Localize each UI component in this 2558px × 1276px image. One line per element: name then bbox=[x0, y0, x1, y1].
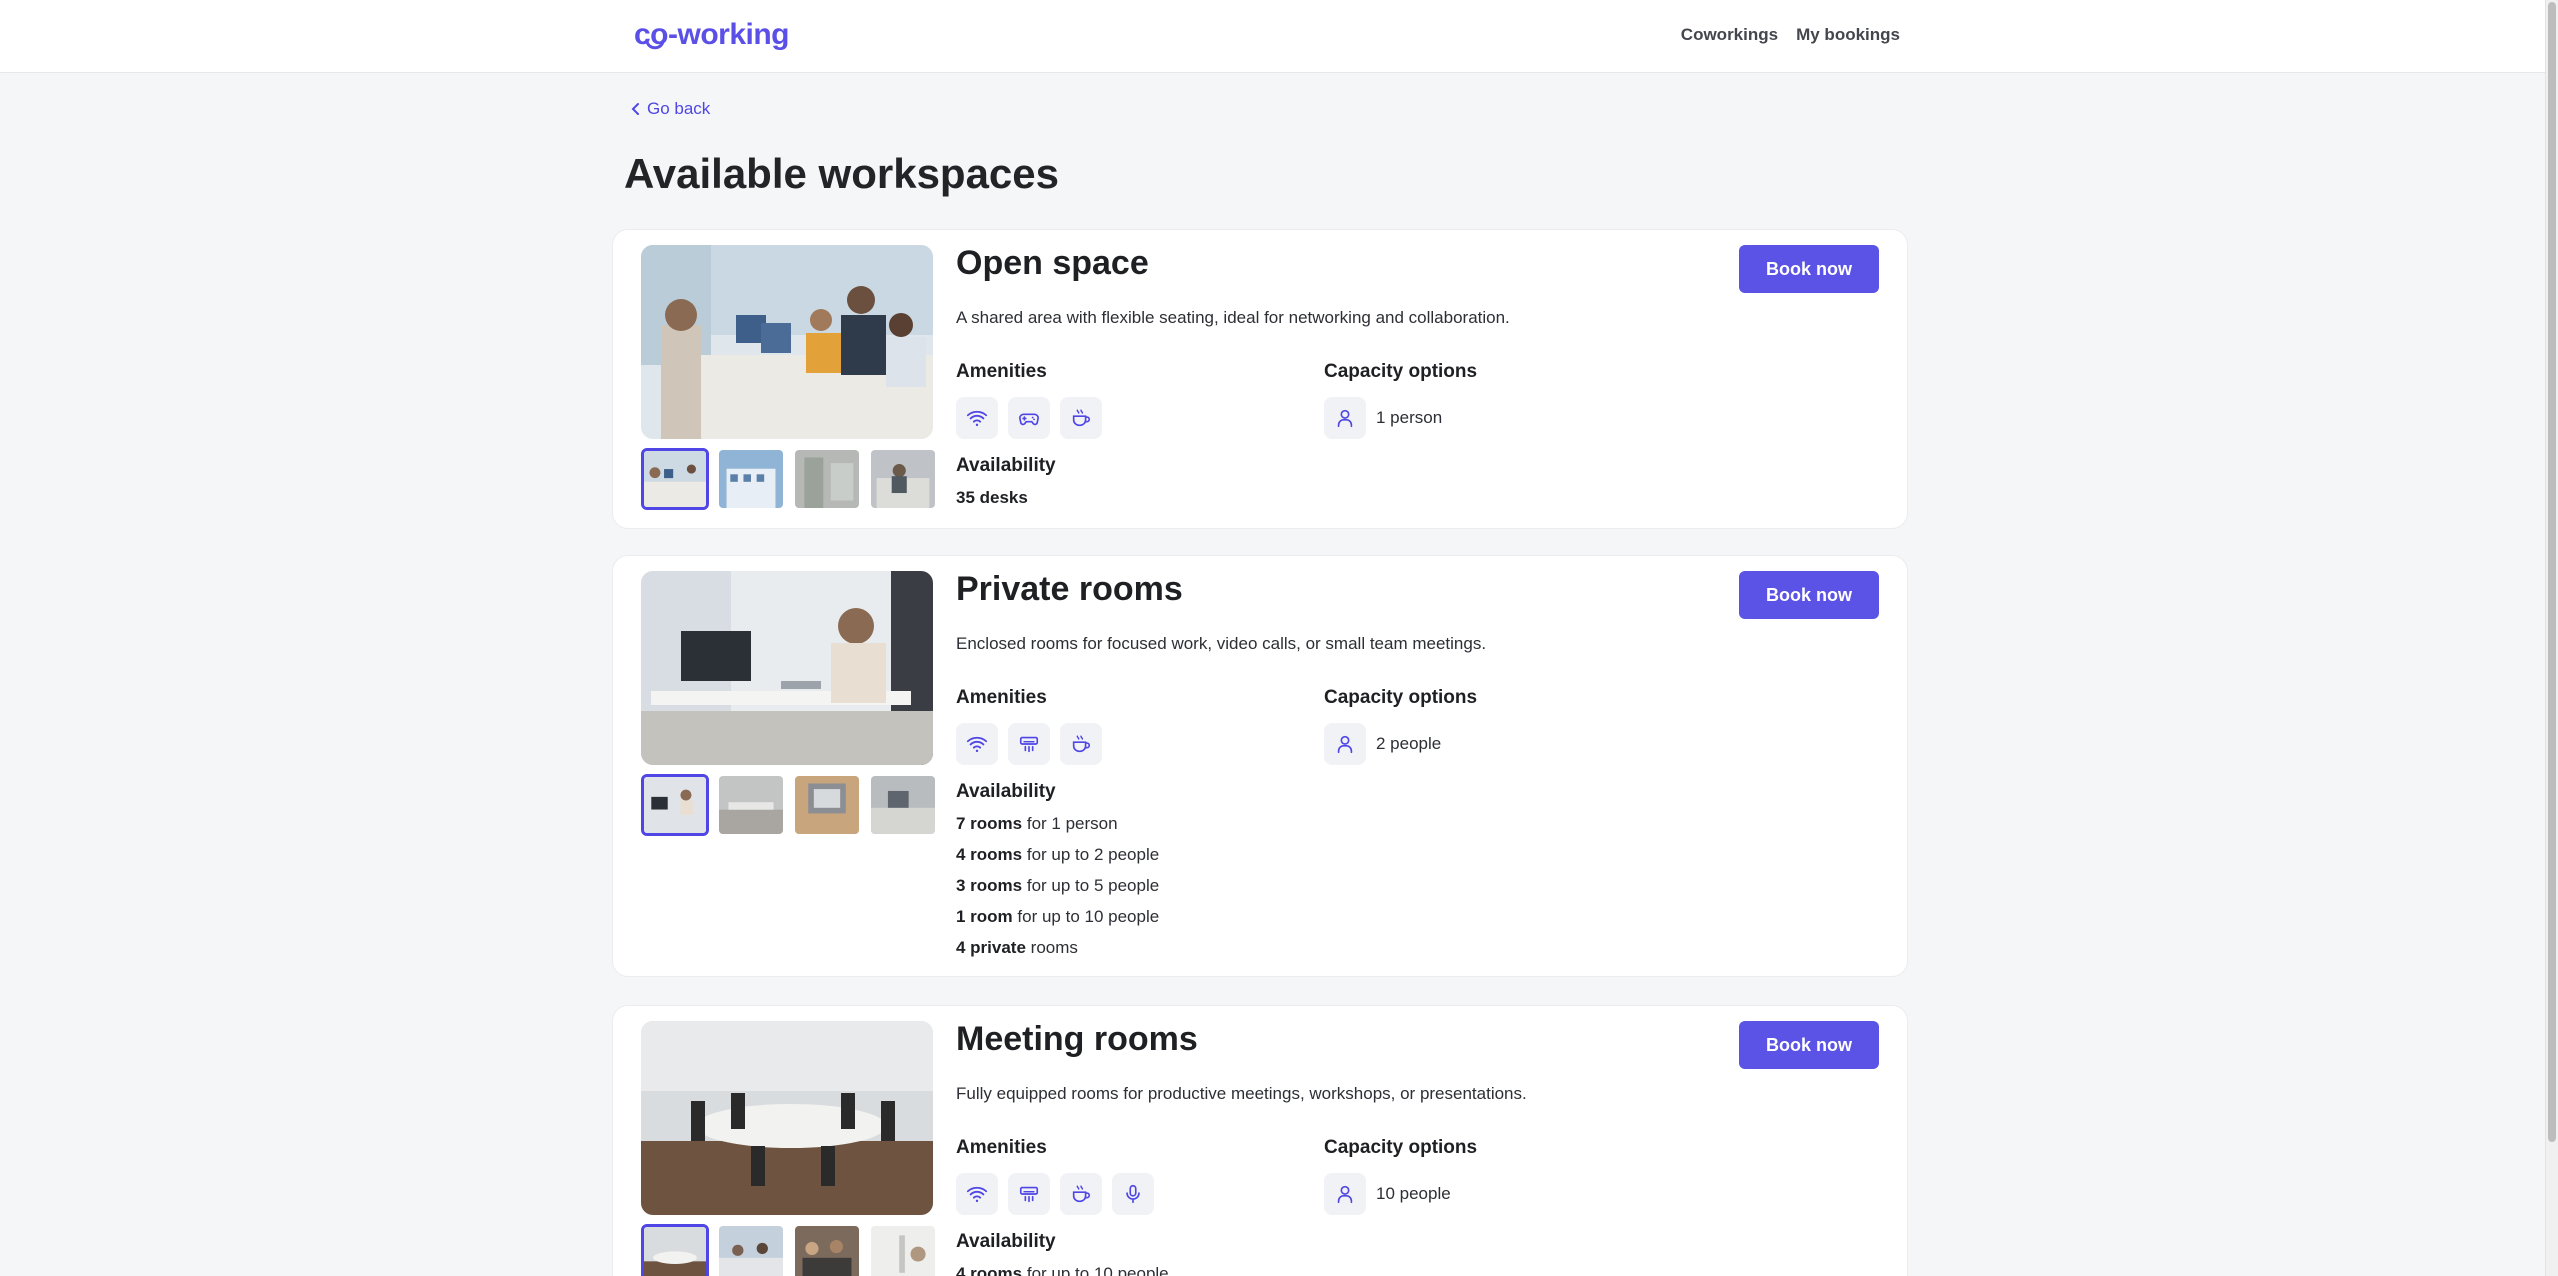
air-conditioner-icon bbox=[1008, 1173, 1050, 1215]
microphone-icon bbox=[1112, 1173, 1154, 1215]
availability-item: 3 rooms for up to 5 people bbox=[956, 876, 1160, 895]
thumbnail[interactable] bbox=[793, 774, 861, 836]
thumbnail-strip bbox=[641, 448, 937, 510]
workspace-title: Open space bbox=[956, 244, 1149, 282]
thumbnail[interactable] bbox=[793, 1224, 861, 1276]
thumbnail[interactable] bbox=[869, 774, 937, 836]
capacity-label: 1 person bbox=[1376, 408, 1443, 427]
capacity-option: 10 people bbox=[1324, 1173, 1451, 1215]
chevron-left-icon bbox=[631, 103, 639, 115]
go-back-link[interactable]: Go back bbox=[630, 99, 710, 119]
book-now-button[interactable]: Book now bbox=[1739, 245, 1879, 293]
workspace-card-open-space: Open space A shared area with flexible s… bbox=[612, 229, 1908, 529]
air-conditioner-icon bbox=[1008, 723, 1050, 765]
thumbnail[interactable] bbox=[717, 1224, 785, 1276]
thumbnail[interactable] bbox=[717, 774, 785, 836]
nav-link-coworkings[interactable]: Coworkings bbox=[1681, 25, 1778, 45]
person-icon bbox=[1324, 1173, 1366, 1215]
workspace-description: Fully equipped rooms for productive meet… bbox=[956, 1084, 1527, 1103]
availability-item: 4 rooms for up to 10 people bbox=[956, 1264, 1169, 1276]
go-back-label: Go back bbox=[647, 99, 711, 118]
availability-item: 1 room for up to 10 people bbox=[956, 907, 1160, 926]
capacity-label: 10 people bbox=[1376, 1184, 1451, 1203]
scrollbar[interactable] bbox=[2545, 0, 2558, 1276]
scrollbar-thumb[interactable] bbox=[2548, 2, 2556, 1142]
wifi-icon bbox=[956, 723, 998, 765]
gamepad-icon bbox=[1008, 397, 1050, 439]
top-navigation-bar: co-working Coworkings My bookings bbox=[0, 0, 2545, 73]
workspace-title: Private rooms bbox=[956, 570, 1183, 608]
workspace-title: Meeting rooms bbox=[956, 1020, 1198, 1058]
amenities-heading: Amenities bbox=[956, 1137, 1047, 1158]
availability-heading: Availability bbox=[956, 455, 1056, 476]
capacity-heading: Capacity options bbox=[1324, 361, 1478, 382]
book-now-button[interactable]: Book now bbox=[1739, 571, 1879, 619]
capacity-option: 2 people bbox=[1324, 723, 1441, 765]
capacity-heading: Capacity options bbox=[1324, 687, 1478, 708]
availability-heading: Availability bbox=[956, 1231, 1056, 1252]
availability-item: 7 rooms for 1 person bbox=[956, 814, 1118, 833]
workspace-card-private-rooms: Private rooms Enclosed rooms for focused… bbox=[612, 555, 1908, 977]
workspace-main-photo[interactable] bbox=[641, 571, 933, 765]
person-icon bbox=[1324, 397, 1366, 439]
thumbnail[interactable] bbox=[641, 1224, 709, 1276]
coffee-icon bbox=[1060, 723, 1102, 765]
capacity-label: 2 people bbox=[1376, 734, 1442, 753]
thumbnail-strip bbox=[641, 1224, 937, 1276]
amenities-list bbox=[956, 397, 1102, 439]
amenities-list bbox=[956, 723, 1102, 765]
availability-list: 7 rooms for 1 person 4 rooms for up to 2… bbox=[956, 814, 1159, 969]
availability-list: 35 desks bbox=[956, 488, 1028, 519]
amenities-heading: Amenities bbox=[956, 361, 1047, 382]
logo-smile-icon bbox=[645, 39, 665, 50]
workspace-main-photo[interactable] bbox=[641, 1021, 933, 1215]
availability-item: 35 desks bbox=[956, 488, 1028, 507]
capacity-option: 1 person bbox=[1324, 397, 1442, 439]
thumbnail[interactable] bbox=[717, 448, 785, 510]
thumbnail[interactable] bbox=[641, 448, 709, 510]
page-title: Available workspaces bbox=[624, 150, 1060, 197]
workspace-main-photo[interactable] bbox=[641, 245, 933, 439]
wifi-icon bbox=[956, 1173, 998, 1215]
availability-item: 4 rooms for up to 2 people bbox=[956, 845, 1160, 864]
coffee-icon bbox=[1060, 1173, 1102, 1215]
book-now-button[interactable]: Book now bbox=[1739, 1021, 1879, 1069]
thumbnail[interactable] bbox=[641, 774, 709, 836]
workspace-description: Enclosed rooms for focused work, video c… bbox=[956, 634, 1487, 653]
availability-list: 4 rooms for up to 10 people bbox=[956, 1264, 1169, 1276]
amenities-list bbox=[956, 1173, 1154, 1215]
thumbnail[interactable] bbox=[869, 1224, 937, 1276]
capacity-heading: Capacity options bbox=[1324, 1137, 1478, 1158]
thumbnail[interactable] bbox=[869, 448, 937, 510]
availability-heading: Availability bbox=[956, 781, 1056, 802]
wifi-icon bbox=[956, 397, 998, 439]
nav-link-my-bookings[interactable]: My bookings bbox=[1796, 25, 1900, 45]
thumbnail[interactable] bbox=[793, 448, 861, 510]
main-nav: Coworkings My bookings bbox=[1681, 25, 1900, 45]
availability-item: 4 private rooms bbox=[956, 938, 1078, 957]
thumbnail-strip bbox=[641, 774, 937, 836]
workspace-card-meeting-rooms: Meeting rooms Fully equipped rooms for p… bbox=[612, 1005, 1908, 1276]
person-icon bbox=[1324, 723, 1366, 765]
workspace-description: A shared area with flexible seating, ide… bbox=[956, 308, 1510, 327]
coffee-icon bbox=[1060, 397, 1102, 439]
amenities-heading: Amenities bbox=[956, 687, 1047, 708]
